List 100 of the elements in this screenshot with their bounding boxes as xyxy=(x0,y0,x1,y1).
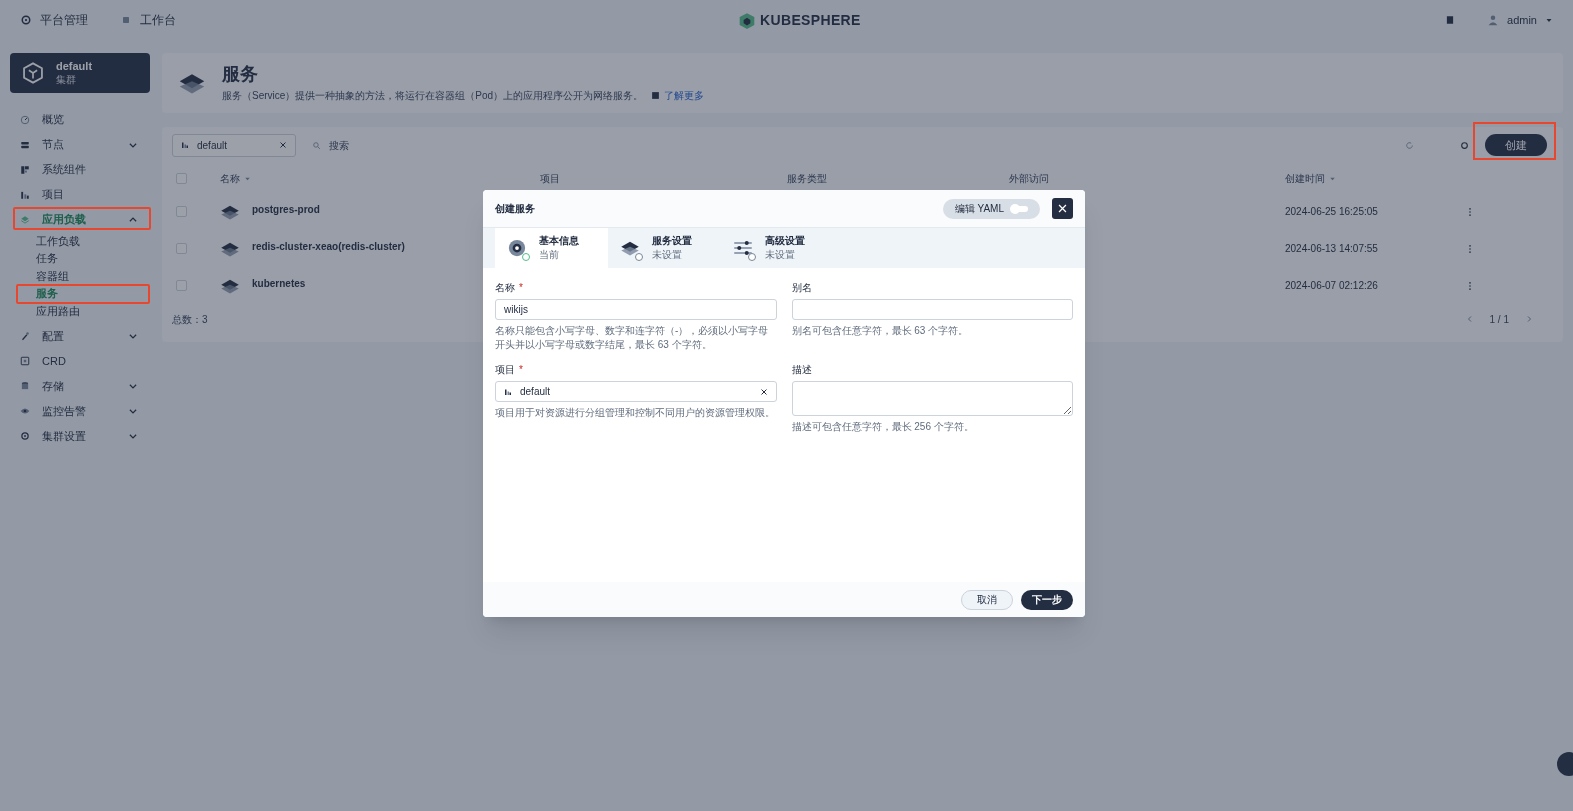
step-title: 高级设置 xyxy=(765,234,805,248)
sidebar-item[interactable]: 概览 xyxy=(10,107,150,132)
field-label: 别名 xyxy=(791,281,812,295)
required-mark: * xyxy=(519,363,523,377)
sidebar-item[interactable]: CRD xyxy=(10,348,150,374)
sidebar-item[interactable]: 项目 xyxy=(10,182,150,207)
refresh-icon xyxy=(1405,140,1414,150)
nav-link[interactable]: 平台管理 xyxy=(20,11,88,29)
input-field[interactable]: wikijs xyxy=(495,299,777,320)
column-header[interactable]: 服务类型 xyxy=(787,170,827,186)
field-label: 描述 xyxy=(791,363,812,377)
chevron-icon xyxy=(128,331,138,341)
field-hint: 名称只能包含小写字母、数字和连字符（-），必须以小写字母开头并以小写字母或数字结尾，最长 63 个字符。 xyxy=(495,324,770,352)
field-label: 名称 xyxy=(495,281,515,295)
sidebar-item[interactable]: 存储 xyxy=(10,373,150,399)
field-hint: 别名可包含任意字符，最长 63 个字符。 xyxy=(791,324,970,338)
next-icon xyxy=(1525,315,1533,323)
step-tab[interactable]: 服务设置 未设置 xyxy=(608,228,721,268)
column-header[interactable]: 外部访问 xyxy=(1009,170,1049,186)
table-cell-text: 2024-06-25 16:25:05 xyxy=(1285,205,1379,219)
database-icon xyxy=(20,381,30,391)
layers-icon xyxy=(20,214,30,225)
cluster-card[interactable]: default 集群 xyxy=(10,53,150,93)
step-tab[interactable]: 基本信息 当前 xyxy=(495,228,608,268)
input-field[interactable] xyxy=(791,299,1073,320)
dialog-title: 创建服务 xyxy=(495,202,535,216)
service-name-link[interactable]: kubernetes xyxy=(252,275,306,291)
sidebar-subitem[interactable]: 服务 xyxy=(10,284,150,302)
cancel-button[interactable]: 取消 xyxy=(961,589,1013,610)
sidebar-subitem[interactable]: 容器组 xyxy=(10,267,150,285)
sidebar-subitem[interactable]: 任务 xyxy=(10,249,150,267)
learn-more-link[interactable]: 了解更多 xyxy=(651,87,705,103)
sidebar-subitem[interactable]: 工作负载 xyxy=(10,232,150,250)
project-icon xyxy=(181,141,189,149)
column-header[interactable]: 名称 xyxy=(220,170,240,186)
cube-icon xyxy=(22,62,44,84)
step-status: 未设置 xyxy=(765,248,796,262)
service-name-link[interactable]: redis-cluster-xeao(redis-cluster) xyxy=(252,238,405,254)
table-cell-text: 2024-06-13 14:07:55 xyxy=(1285,242,1379,256)
yaml-toggle[interactable]: 编辑 YAML xyxy=(942,198,1040,219)
sidebar-item[interactable]: 节点 xyxy=(10,132,150,157)
nav-link[interactable]: 工作台 xyxy=(120,11,176,29)
sidebar-item[interactable]: 应用负载 xyxy=(10,207,150,232)
box-icon xyxy=(20,356,30,366)
page-indicator: 1 / 1 xyxy=(1489,312,1509,327)
sliders-icon xyxy=(733,238,753,258)
checkbox[interactable] xyxy=(176,172,187,184)
field-hint: 项目用于对资源进行分组管理和控制不同用户的资源管理权限。 xyxy=(495,406,776,420)
checkbox[interactable] xyxy=(176,280,187,291)
user-menu[interactable]: admin xyxy=(1487,11,1553,29)
cluster-name: default xyxy=(56,59,93,73)
gear-icon xyxy=(20,431,30,441)
disc-icon xyxy=(507,238,527,258)
close-icon xyxy=(759,387,768,396)
description-field[interactable] xyxy=(791,381,1073,416)
page-description: 服务（Service）提供一种抽象的方法，将运行在容器组（Pod）上的应用程序公开为网络服务。 xyxy=(222,88,644,103)
close-button[interactable] xyxy=(1052,198,1073,219)
cluster-type: 集群 xyxy=(56,73,77,87)
step-tab[interactable]: 高级设置 未设置 xyxy=(721,228,834,268)
step-title: 服务设置 xyxy=(652,234,692,248)
settings-icon xyxy=(1460,140,1469,150)
step-status: 未设置 xyxy=(652,248,683,262)
logo-text: KUBESPHERE xyxy=(760,11,861,30)
step-title: 基本信息 xyxy=(539,234,579,248)
checkbox[interactable] xyxy=(176,243,187,254)
column-header[interactable]: 创建时间 xyxy=(1285,170,1325,186)
wrench-icon xyxy=(20,331,30,341)
blocks-icon xyxy=(20,164,30,175)
project-filter[interactable]: default xyxy=(172,133,296,157)
search-field[interactable]: 搜索 xyxy=(329,137,629,153)
next-button[interactable]: 下一步 xyxy=(1021,589,1073,610)
project-select[interactable]: default xyxy=(495,381,777,402)
notification-icon xyxy=(1445,15,1456,25)
required-mark: * xyxy=(519,281,523,295)
step-status: 当前 xyxy=(539,248,560,262)
sidebar-item[interactable]: 集群设置 xyxy=(10,423,150,449)
square-icon xyxy=(120,14,132,26)
eye-icon xyxy=(20,406,30,416)
hexagon-logo-icon xyxy=(738,11,756,30)
checkbox[interactable] xyxy=(176,206,187,217)
sidebar-subitem[interactable]: 应用路由 xyxy=(10,302,150,320)
server-icon xyxy=(20,139,30,150)
column-header[interactable]: 项目 xyxy=(540,170,560,186)
chevron-icon xyxy=(128,406,138,416)
close-icon xyxy=(1057,203,1068,214)
sidebar-item[interactable]: 配置 xyxy=(10,323,150,349)
sidebar-item[interactable]: 监控告警 xyxy=(10,398,150,424)
table-cell-text: 2024-06-07 02:12:26 xyxy=(1285,279,1379,293)
field-hint: 描述可包含任意字符，最长 256 个字符。 xyxy=(791,420,975,434)
user-icon xyxy=(1487,14,1500,26)
project-icon xyxy=(504,387,512,396)
sidebar-item[interactable]: 系统组件 xyxy=(10,157,150,182)
project-icon xyxy=(20,189,30,200)
caret-icon xyxy=(1545,16,1553,24)
service-name-link[interactable]: postgres-prod xyxy=(252,201,320,217)
field-label: 项目 xyxy=(495,363,515,377)
gauge-icon xyxy=(20,114,30,125)
total-count: 总数：3 xyxy=(172,312,208,327)
page-title: 服务 xyxy=(222,63,259,84)
create-button[interactable]: 创建 xyxy=(1485,134,1547,156)
